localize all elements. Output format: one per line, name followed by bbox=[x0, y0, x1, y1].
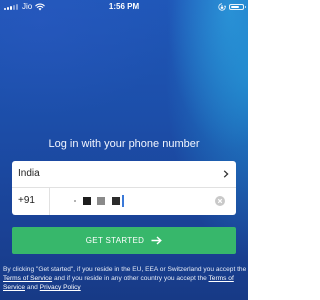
legal-text-part-2: and if you reside in any other country y… bbox=[52, 275, 209, 282]
country-name: India bbox=[18, 168, 40, 179]
login-heading: Log in with your phone number bbox=[48, 138, 200, 150]
text-cursor bbox=[122, 195, 124, 207]
privacy-policy-link[interactable]: Privacy Policy bbox=[40, 284, 81, 291]
clear-icon[interactable] bbox=[215, 196, 225, 206]
legal-text-part-1: By clicking "Get started", if you reside… bbox=[3, 266, 247, 273]
get-started-label: GET STARTED bbox=[85, 236, 145, 245]
status-bar: Jio 1:56 PM bbox=[0, 0, 248, 14]
login-screen: Jio 1:56 PM Log in with your phone numbe… bbox=[0, 0, 248, 300]
chevron-right-icon bbox=[223, 170, 229, 178]
legal-notice: By clicking "Get started", if you reside… bbox=[3, 265, 247, 292]
get-started-button[interactable]: GET STARTED bbox=[12, 227, 236, 254]
mask-block bbox=[74, 200, 76, 202]
phone-form-card: India +91 bbox=[12, 161, 236, 215]
status-right bbox=[218, 3, 246, 11]
arrow-right-icon bbox=[151, 236, 163, 245]
terms-of-service-link-eu[interactable]: Terms of Service bbox=[3, 275, 52, 282]
mask-block bbox=[83, 197, 91, 205]
country-selector[interactable]: India bbox=[12, 161, 236, 188]
dial-code-divider bbox=[49, 188, 50, 215]
phone-number-row: +91 bbox=[12, 188, 236, 215]
mask-block bbox=[97, 197, 105, 205]
status-time: 1:56 PM bbox=[108, 2, 140, 11]
rotation-lock-icon bbox=[218, 3, 226, 11]
mask-block bbox=[112, 197, 120, 205]
dial-code[interactable]: +91 bbox=[18, 195, 35, 207]
battery-icon bbox=[229, 4, 246, 10]
legal-text-part-3: and bbox=[25, 284, 40, 291]
battery-level bbox=[231, 6, 239, 8]
